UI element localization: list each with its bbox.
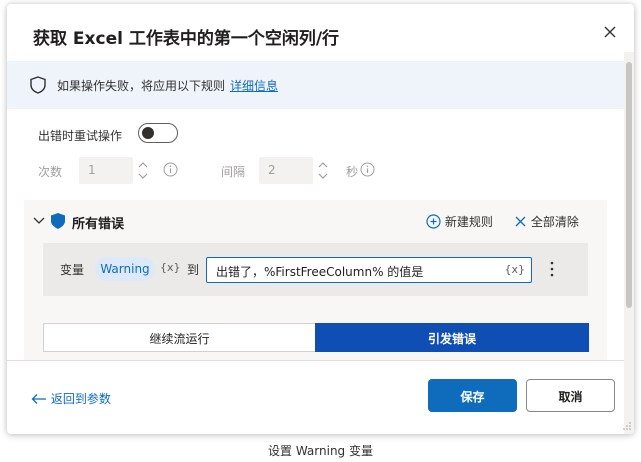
shield-icon: [30, 76, 46, 94]
variable-picker-icon[interactable]: {x}: [160, 261, 181, 274]
clear-all-label: 全部清除: [530, 215, 579, 229]
interval-label: 间隔: [221, 165, 246, 179]
count-spinner[interactable]: [135, 157, 151, 184]
shield-filled-icon: [51, 213, 65, 229]
back-label: 返回到参数: [50, 392, 111, 406]
error-mode-selector: 继续流运行 引发错误: [43, 323, 589, 352]
retry-label: 出错时重试操作: [38, 129, 123, 143]
retry-toggle[interactable]: [138, 123, 178, 143]
interval-unit: 秒: [346, 165, 359, 179]
more-options-icon[interactable]: [546, 259, 558, 279]
footer-divider: [7, 360, 624, 361]
variable-chip[interactable]: Warning: [95, 257, 155, 281]
interval-spinner[interactable]: [315, 157, 331, 184]
chevron-down-icon[interactable]: [33, 216, 45, 226]
scrollbar-thumb[interactable]: [626, 62, 632, 308]
arrow-left-icon: [31, 394, 46, 404]
add-circle-icon: [426, 214, 441, 229]
continue-flow-option[interactable]: 继续流运行: [44, 324, 315, 351]
variable-label: 变量: [60, 263, 85, 277]
cancel-button[interactable]: 取消: [526, 379, 615, 412]
new-rule-label: 新建规则: [444, 215, 493, 229]
figure-caption: 设置 Warning 变量: [268, 444, 373, 458]
clear-all-button[interactable]: 全部清除: [514, 213, 579, 230]
save-button[interactable]: 保存: [428, 379, 517, 412]
resize-grip-icon[interactable]: [622, 421, 632, 431]
info-text: 如果操作失败，将应用以下规则: [57, 79, 226, 93]
variable-value-input[interactable]: 出错了，%FirstFreeColumn% 的值是 {x}: [206, 257, 532, 283]
throw-error-option[interactable]: 引发错误: [315, 323, 589, 352]
details-link[interactable]: 详细信息: [230, 77, 278, 94]
dialog-title: 获取 Excel 工作表中的第一个空闲列/行: [33, 29, 340, 49]
info-bar: 如果操作失败，将应用以下规则 详细信息: [7, 61, 624, 109]
all-errors-section: 所有错误 新建规则 全部清除 变量 Warning {x} 到 出错了，%Fir…: [24, 200, 607, 360]
close-icon: [515, 216, 526, 227]
set-variable-rule: 变量 Warning {x} 到 出错了，%FirstFreeColumn% 的…: [43, 243, 588, 296]
variable-value-text: 出错了，%FirstFreeColumn% 的值是: [216, 265, 424, 279]
new-rule-button[interactable]: 新建规则: [426, 213, 493, 230]
all-errors-title: 所有错误: [72, 217, 125, 232]
to-label: 到: [187, 263, 200, 277]
count-label: 次数: [38, 165, 63, 179]
dialog: 获取 Excel 工作表中的第一个空闲列/行 如果操作失败，将应用以下规则 详细…: [7, 4, 634, 434]
interval-info-icon: [360, 162, 375, 177]
value-picker-icon[interactable]: {x}: [504, 263, 525, 276]
count-input[interactable]: 1: [79, 157, 133, 184]
close-icon[interactable]: [600, 22, 620, 42]
count-info-icon: [163, 162, 178, 177]
back-to-parameters-link[interactable]: 返回到参数: [31, 390, 111, 407]
interval-input[interactable]: 2: [259, 157, 313, 184]
toggle-knob: [142, 127, 154, 139]
